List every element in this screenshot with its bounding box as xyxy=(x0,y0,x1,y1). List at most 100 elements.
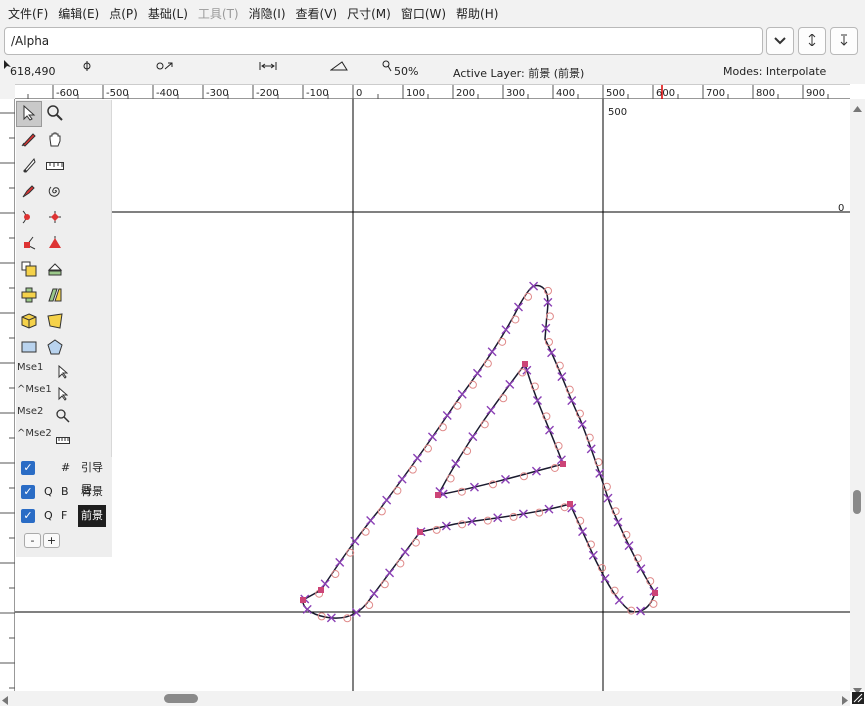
perspective-tool[interactable] xyxy=(42,309,68,335)
control-point[interactable] xyxy=(423,444,432,453)
control-point[interactable] xyxy=(365,601,374,610)
on-curve-point[interactable] xyxy=(614,595,624,605)
control-point[interactable] xyxy=(483,359,492,368)
menu-item-2[interactable]: 点(P) xyxy=(105,5,144,22)
on-curve-point[interactable] xyxy=(636,564,646,574)
pointer-tool[interactable] xyxy=(16,101,42,127)
flip-tool[interactable] xyxy=(42,257,68,283)
layer-row-guide[interactable]: ✓ # 引导层 xyxy=(16,457,112,496)
control-point[interactable] xyxy=(649,599,658,608)
on-curve-point[interactable] xyxy=(532,395,542,405)
on-curve-point[interactable] xyxy=(545,425,555,435)
control-point[interactable] xyxy=(331,570,340,579)
glyph-outer-contour[interactable] xyxy=(302,284,656,619)
layer-name[interactable]: 前景 xyxy=(78,505,106,527)
on-curve-point[interactable] xyxy=(427,432,437,442)
control-point[interactable] xyxy=(380,580,389,589)
control-point[interactable] xyxy=(498,337,507,346)
on-curve-point[interactable] xyxy=(369,589,379,599)
menu-item-9[interactable]: 帮助(H) xyxy=(452,5,504,22)
resize-grip-icon[interactable] xyxy=(852,692,864,707)
layer-visible-checkbox[interactable]: ✓ xyxy=(21,461,35,475)
menu-item-5[interactable]: 消隐(I) xyxy=(245,5,292,22)
menu-item-8[interactable]: 窗口(W) xyxy=(397,5,452,22)
pen-tool[interactable] xyxy=(16,153,42,179)
on-curve-point[interactable] xyxy=(486,405,496,415)
on-curve-point[interactable] xyxy=(600,573,610,583)
curve-point-tool[interactable] xyxy=(16,205,42,231)
on-curve-point[interactable] xyxy=(578,527,588,537)
on-curve-point[interactable] xyxy=(457,389,467,399)
on-curve-point[interactable] xyxy=(487,347,497,357)
on-curve-point[interactable] xyxy=(567,396,577,406)
on-curve-point[interactable] xyxy=(350,536,360,546)
corner-point[interactable] xyxy=(560,461,566,467)
on-curve-point[interactable] xyxy=(501,325,511,335)
menu-item-6[interactable]: 查看(V) xyxy=(292,5,344,22)
on-curve-point[interactable] xyxy=(412,453,422,463)
on-curve-point[interactable] xyxy=(588,550,598,560)
menu-item-4[interactable]: 工具(T) xyxy=(194,5,245,22)
corner-point[interactable] xyxy=(567,501,573,507)
vertical-scrollbar[interactable] xyxy=(850,99,865,694)
magnify-tool[interactable] xyxy=(42,101,68,127)
knife-pen-tool[interactable] xyxy=(16,179,42,205)
control-point[interactable] xyxy=(408,465,417,474)
on-curve-point[interactable] xyxy=(382,495,392,505)
on-curve-point[interactable] xyxy=(557,372,567,382)
on-curve-point[interactable] xyxy=(335,557,345,567)
control-point[interactable] xyxy=(396,559,405,568)
layer-visible-checkbox[interactable]: ✓ xyxy=(21,485,35,499)
control-point[interactable] xyxy=(463,447,472,456)
horizontal-scrollbar[interactable] xyxy=(0,691,850,706)
control-point[interactable] xyxy=(361,527,370,536)
scroll-tool[interactable] xyxy=(42,127,68,153)
layer-name[interactable]: 引导层 xyxy=(78,457,112,496)
on-curve-point[interactable] xyxy=(351,608,361,618)
layer-row-background[interactable]: ✓ Q B 背景 xyxy=(16,481,112,503)
on-curve-point[interactable] xyxy=(442,411,452,421)
control-point[interactable] xyxy=(438,423,447,432)
control-point[interactable] xyxy=(458,520,467,529)
control-point[interactable] xyxy=(524,292,533,301)
glyph-dropdown-button[interactable] xyxy=(766,27,794,55)
control-points[interactable] xyxy=(315,286,658,623)
horizontal-ruler[interactable]: -600 -500 -400 -300 -200 -100 0 100 200 300 400 500… xyxy=(15,84,850,100)
corner-point[interactable] xyxy=(417,529,423,535)
control-point[interactable] xyxy=(393,486,402,495)
on-curve-point[interactable] xyxy=(522,365,532,375)
corner-point[interactable] xyxy=(300,597,306,603)
spiro-tool[interactable] xyxy=(42,179,68,205)
on-curve-point[interactable] xyxy=(624,541,634,551)
layer-name[interactable]: 背景 xyxy=(78,481,106,503)
3d-rotate-tool[interactable] xyxy=(16,309,42,335)
on-curve-point[interactable] xyxy=(397,474,407,484)
on-curve-point[interactable] xyxy=(505,379,515,389)
control-point[interactable] xyxy=(468,380,477,389)
polygon-tool[interactable] xyxy=(42,335,68,361)
control-point[interactable] xyxy=(446,474,455,483)
rotate-tool[interactable] xyxy=(16,283,42,309)
menu-item-3[interactable]: 基础(L) xyxy=(144,5,194,22)
control-point[interactable] xyxy=(411,538,420,547)
on-curve-point[interactable] xyxy=(320,579,330,589)
control-point[interactable] xyxy=(509,512,518,521)
freehand-tool[interactable] xyxy=(16,127,42,153)
vertical-scroll-thumb[interactable] xyxy=(853,490,861,514)
on-curve-point[interactable] xyxy=(385,568,395,578)
on-curve-point[interactable] xyxy=(514,302,523,312)
control-point[interactable] xyxy=(511,315,520,324)
ruler-tool[interactable] xyxy=(42,153,68,179)
glyph-canvas[interactable]: 500 0 xyxy=(15,99,850,691)
control-point[interactable] xyxy=(483,516,492,525)
corner-point[interactable] xyxy=(318,587,324,593)
glyph-inner-contour[interactable] xyxy=(436,362,564,497)
glyph-name-input[interactable] xyxy=(4,27,763,55)
on-curve-point[interactable] xyxy=(577,419,587,429)
on-curve-point[interactable] xyxy=(468,432,478,442)
menu-item-0[interactable]: 文件(F) xyxy=(4,5,54,22)
next-word-button[interactable] xyxy=(830,27,858,55)
on-curve-point[interactable] xyxy=(472,368,482,378)
control-point[interactable] xyxy=(377,507,386,516)
menu-item-7[interactable]: 尺寸(M) xyxy=(343,5,397,22)
